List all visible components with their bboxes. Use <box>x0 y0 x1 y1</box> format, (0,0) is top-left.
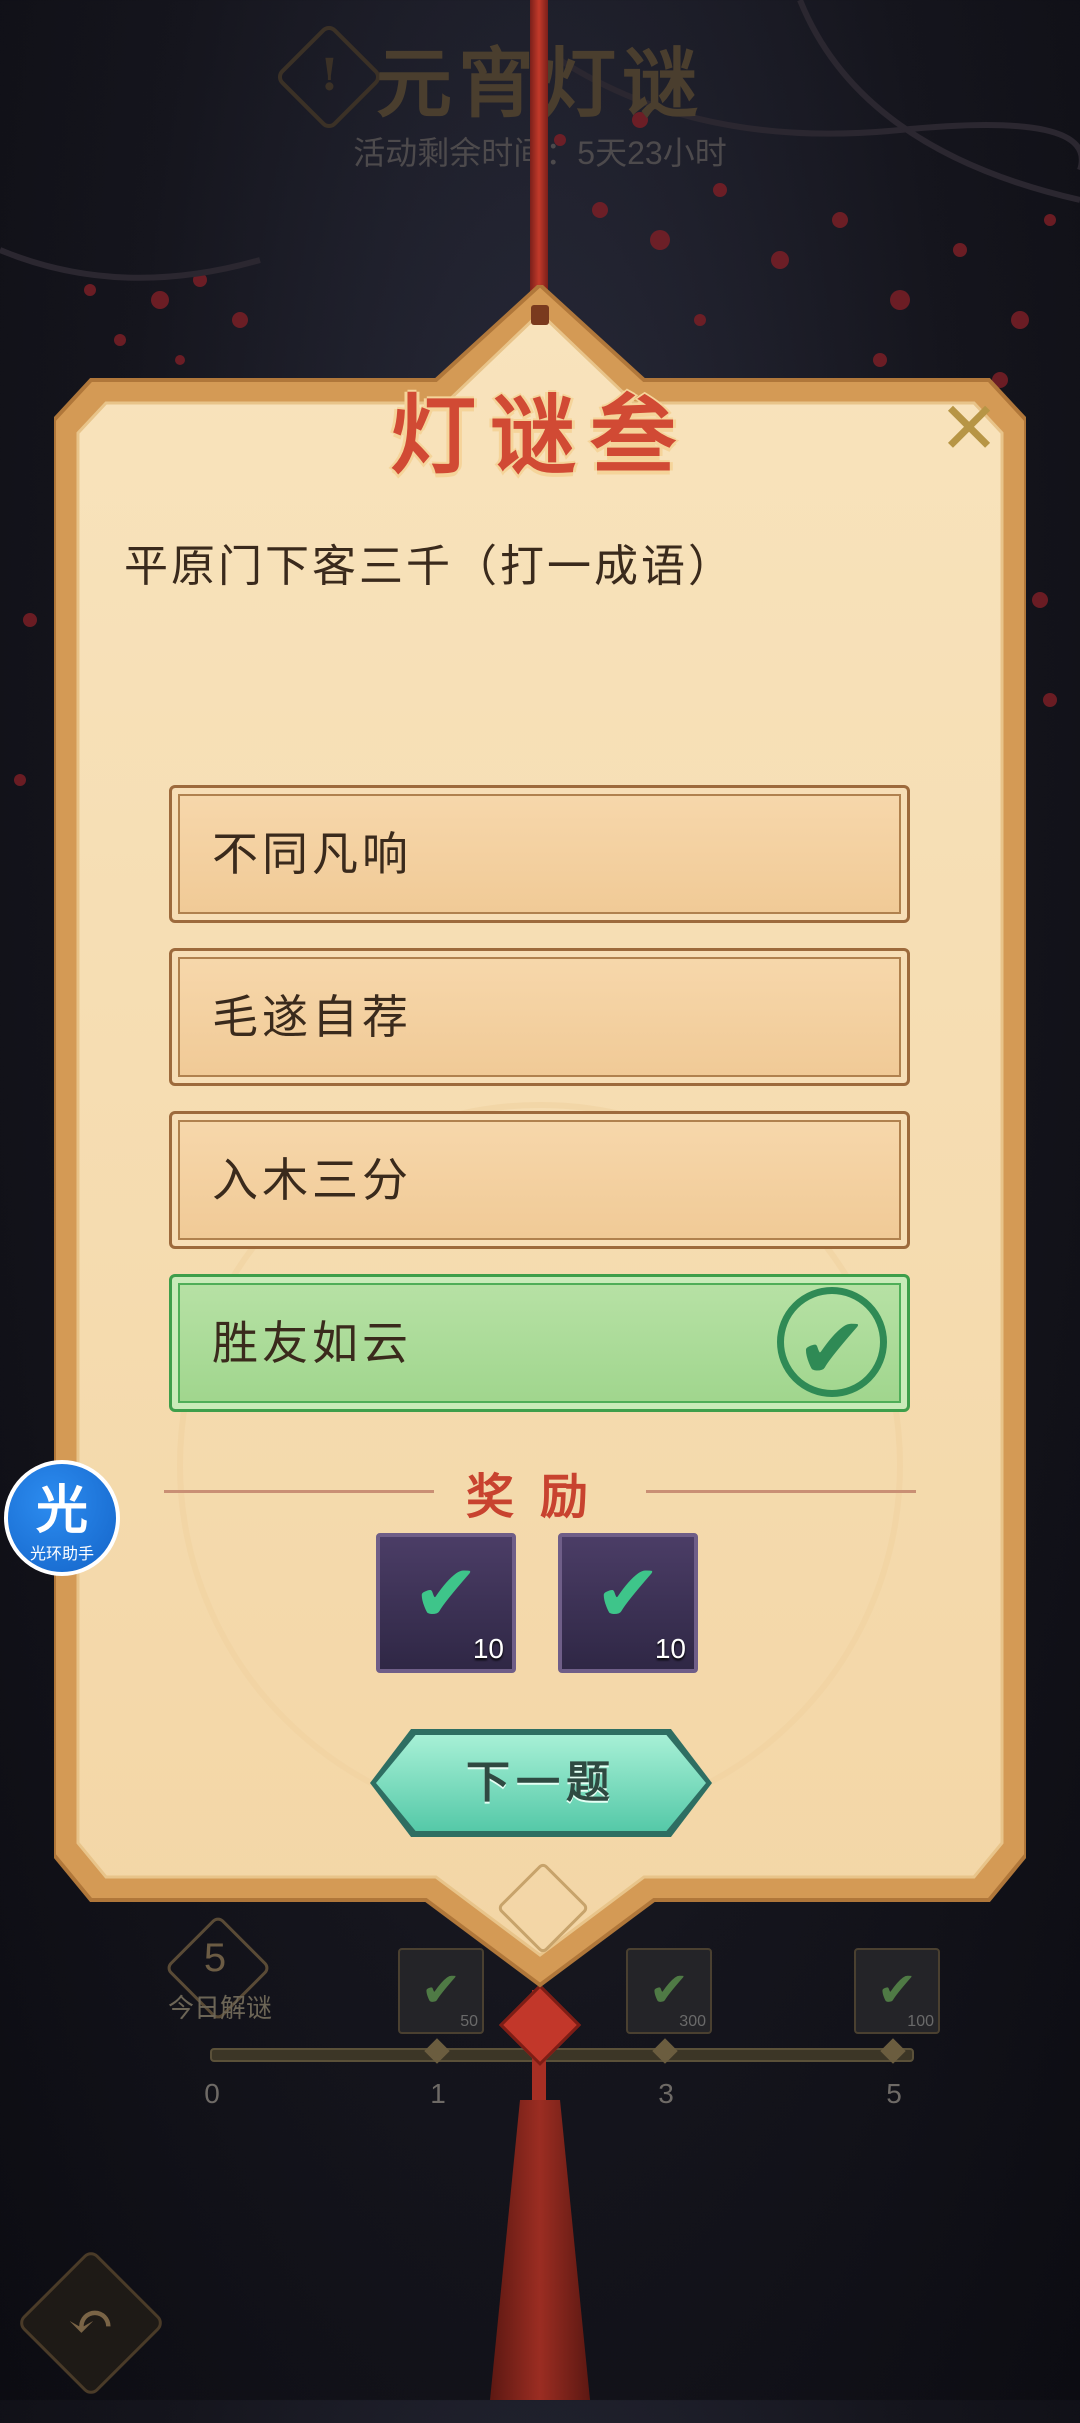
reward-qty: 10 <box>654 1633 686 1664</box>
progress-tick: 5 <box>886 2078 902 2109</box>
helper-name: 光环助手 <box>29 1544 94 1563</box>
reward-item-1[interactable]: ✔ 10 <box>376 1533 516 1673</box>
progress-track <box>210 2048 914 2062</box>
next-question-button[interactable]: 下一题 <box>376 1735 706 1831</box>
hanging-cord <box>530 0 548 330</box>
answer-option-2[interactable]: 毛遂自荐 <box>169 948 910 1086</box>
correct-check-icon: ✔ <box>777 1287 887 1399</box>
helper-float-button[interactable]: 光 光环助手 <box>4 1460 120 1576</box>
reward-item-2[interactable]: ✔ 10 <box>558 1533 698 1673</box>
milestone-amount: 300 <box>679 2013 706 2030</box>
progress-tick: 1 <box>430 2078 446 2109</box>
jade-scroll-icon: ✔ <box>412 1547 480 1640</box>
answer-option-3[interactable]: 入木三分 <box>169 1111 910 1249</box>
progress-tick: 3 <box>658 2078 674 2109</box>
option-label: 胜友如云 <box>212 1316 412 1370</box>
option-label: 入木三分 <box>212 1153 412 1207</box>
reward-header: 奖励 <box>465 1469 614 1525</box>
scroll-bundle-icon: ✔ <box>594 1547 662 1640</box>
riddle-question: 平原门下客三千（打一成语） <box>124 541 735 592</box>
red-tassel <box>490 2100 590 2400</box>
riddle-title: 灯谜叁 <box>390 385 690 486</box>
option-label: 毛遂自荐 <box>212 990 412 1044</box>
back-button[interactable]: ↶ <box>16 2248 166 2398</box>
answer-option-1[interactable]: 不同凡响 <box>169 785 910 923</box>
reward-qty: 10 <box>472 1633 504 1664</box>
riddle-card: 灯谜叁 ✕ 平原门下客三千（打一成语） 不同凡响 毛遂自荐 入木三分 胜友如云 … <box>54 285 1026 1995</box>
milestone-amount: 100 <box>907 2013 934 2030</box>
option-label: 不同凡响 <box>212 827 412 881</box>
progress-tick: 0 <box>204 2078 220 2109</box>
helper-glyph: 光 <box>35 1481 88 1541</box>
next-button-label: 下一题 <box>466 1757 616 1808</box>
close-icon: ✕ <box>938 386 1000 470</box>
close-button[interactable]: ✕ <box>934 392 1004 464</box>
milestone-amount: 50 <box>460 2013 478 2030</box>
back-arrow-icon: ↶ <box>67 2290 115 2355</box>
answer-option-4-correct[interactable]: 胜友如云 ✔ <box>169 1274 910 1412</box>
